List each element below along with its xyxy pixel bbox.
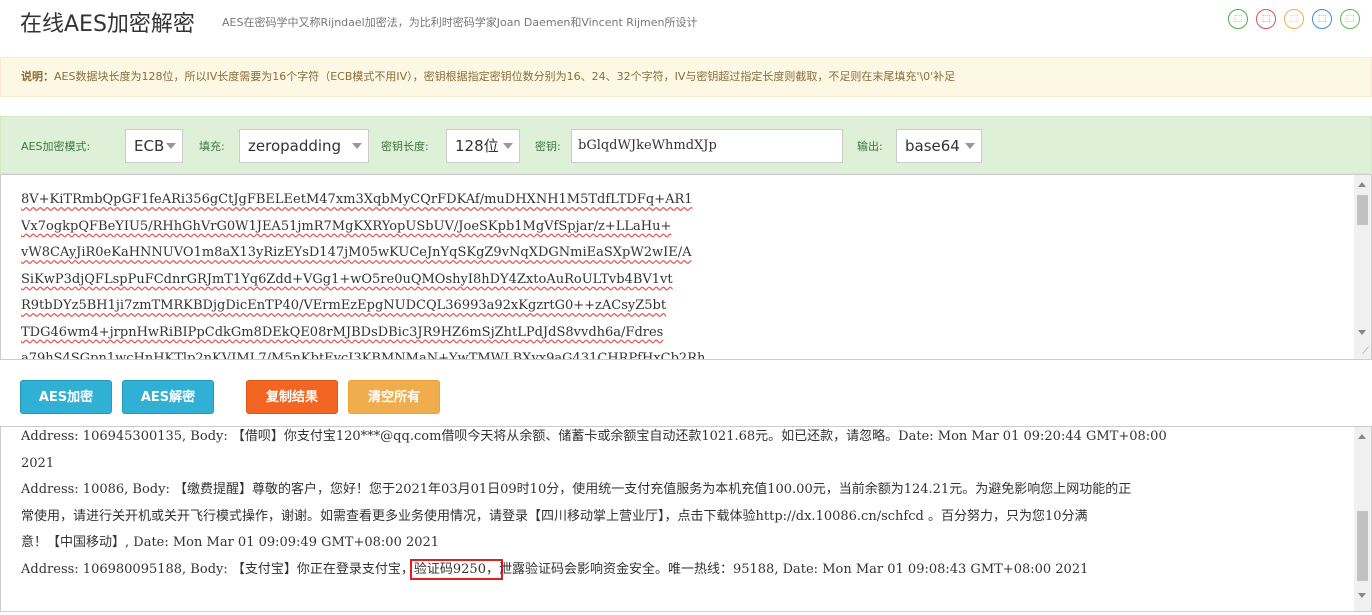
scroll-down-icon[interactable] (1358, 330, 1366, 335)
scroll-thumb[interactable] (1357, 511, 1368, 581)
output-line: 2021 (21, 455, 55, 471)
notice-text: AES数据块长度为128位，所以IV长度需要为16个字符（ECB模式不用IV），… (54, 70, 956, 83)
controls-bar: AES加密模式: ECB 填充: zeropadding 密钥长度: 128位 … (0, 116, 1372, 174)
padding-select[interactable]: zeropadding (239, 129, 369, 163)
output-line: 意！【中国移动】, Date: Mon Mar 01 09:09:49 GMT+… (21, 535, 440, 550)
page-header: 在线AES加密解密 AES在密码学中又称Rijndael加密法，为比利时密码学家… (0, 0, 1372, 44)
input-line: vW8CAyJiR0eKaHNNUVO1m8aX13yRizEYsD147jM0… (21, 245, 692, 260)
share-icon[interactable]: ⬚ (1340, 9, 1360, 29)
output-text: Address: 106945300135, Body: 【借呗】你支付宝120… (21, 427, 1336, 584)
notice-label: 说明： (21, 70, 54, 83)
input-line: 8V+KiTRmbQpGF1feARi356gCtJgFBELEetM47xm3… (21, 192, 693, 207)
share-icon[interactable]: ⬚ (1256, 9, 1276, 29)
output-scrollbar[interactable] (1354, 427, 1371, 611)
key-label: 密钥: (535, 140, 561, 153)
mode-label: AES加密模式: (21, 140, 91, 153)
mode-value: ECB (134, 137, 165, 155)
input-scrollbar[interactable] (1354, 175, 1371, 359)
chevron-down-icon (965, 143, 975, 149)
mode-select[interactable]: ECB (125, 129, 183, 163)
input-text: 8V+KiTRmbQpGF1feARi356gCtJgFBELEetM47xm3… (1, 187, 706, 360)
output-line: Address: 10086, Body: 【缴费提醒】尊敬的客户，您好！您于2… (21, 482, 1132, 497)
output-select[interactable]: base64 (896, 129, 982, 163)
output-line-text: Address: 106980095188, Body: 【支付宝】你正在登录支… (21, 561, 414, 577)
keylen-value: 128位 (455, 137, 499, 155)
input-line: SiKwP3djQFLspPuFCdnrGRJmT1Yq6Zdd+VGg1+wO… (21, 271, 673, 287)
decrypt-button[interactable]: AES解密 (122, 380, 214, 414)
input-line: Vx7ogkpQFBeYIU5/RHhGhVrG0W1JEA51jmR7MgKX… (21, 218, 672, 234)
key-input[interactable]: bGlqdWJkeWhmdXJp (571, 129, 843, 163)
resize-handle-icon[interactable]: ⟋ (1362, 346, 1369, 357)
page-title: 在线AES加密解密 (20, 12, 195, 37)
keylen-select[interactable]: 128位 (446, 129, 520, 163)
input-textarea[interactable]: 8V+KiTRmbQpGF1feARi356gCtJgFBELEetM47xm3… (0, 174, 1372, 360)
output-line: 常使用，请进行关开机或关开飞行模式操作，谢谢。如需查看更多业务使用情况，请登录【… (21, 508, 1088, 524)
padding-value: zeropadding (248, 137, 342, 155)
input-line: R9tbDYz5BH1ji7zmTMRKBDjgDicEnTP40/VErmEz… (21, 298, 667, 313)
notice-banner: 说明：AES数据块长度为128位，所以IV长度需要为16个字符（ECB模式不用I… (0, 57, 1372, 97)
output-line: Address: 106945300135, Body: 【借呗】你支付宝120… (21, 429, 1167, 444)
scroll-thumb[interactable] (1357, 195, 1368, 225)
copy-result-button[interactable]: 复制结果 (246, 380, 338, 414)
share-icon[interactable]: ⬚ (1312, 9, 1332, 29)
scroll-down-icon[interactable] (1358, 593, 1366, 598)
input-line: TDG46wm4+jrpnHwRiBIPpCdkGm8DEkQE08rMJBDs… (21, 324, 664, 340)
output-label: 输出: (857, 140, 883, 153)
output-value: base64 (905, 137, 960, 155)
encrypt-button[interactable]: AES加密 (20, 380, 112, 414)
input-line: a79hS4SGpn1wcHnHKTlp2nKVJML7/M5nKbtEvcI3… (21, 351, 706, 360)
share-icon[interactable]: ⬚ (1228, 9, 1248, 29)
scroll-up-icon[interactable] (1358, 182, 1366, 187)
keylen-label: 密钥长度: (381, 140, 429, 153)
chevron-down-icon (166, 143, 176, 149)
page-subtitle: AES在密码学中又称Rijndael加密法，为比利时密码学家Joan Daeme… (222, 16, 698, 29)
chevron-down-icon (352, 143, 362, 149)
output-line-text: 泄露验证码会影响资金安全。唯一热线：95188, Date: Mon Mar 0… (498, 561, 1089, 577)
output-line: Address: 106980095188, Body: 【支付宝】你正在登录支… (21, 557, 1336, 584)
padding-label: 填充: (199, 140, 225, 153)
scroll-up-icon[interactable] (1358, 434, 1366, 439)
clear-all-button[interactable]: 清空所有 (348, 380, 440, 414)
share-icon[interactable]: ⬚ (1284, 9, 1304, 29)
output-textarea[interactable]: Address: 106945300135, Body: 【借呗】你支付宝120… (0, 426, 1372, 612)
chevron-down-icon (503, 143, 513, 149)
verification-code-highlight: 验证码9250， (409, 558, 503, 580)
